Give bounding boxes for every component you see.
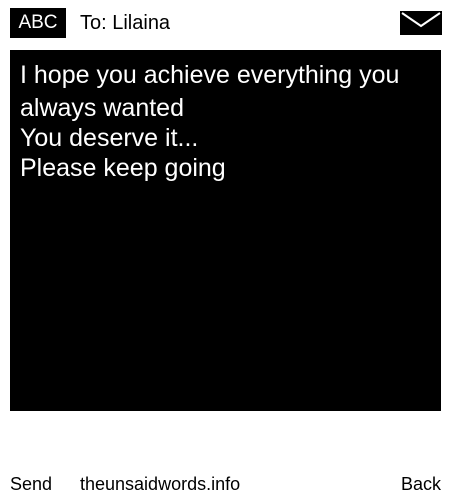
message-line: always wanted	[20, 94, 184, 122]
input-mode-badge: ABC	[10, 8, 66, 38]
message-line: Please keep going	[20, 154, 226, 182]
site-credit: theunsaidwords.info	[80, 474, 241, 494]
envelope-icon	[400, 11, 442, 35]
back-button[interactable]: Back	[401, 472, 441, 496]
send-button[interactable]: Send	[10, 472, 52, 496]
message-line: You deserve it...	[20, 124, 199, 152]
recipient-field[interactable]: To: Lilaina	[80, 8, 170, 38]
message-line: I hope you achieve everything you	[20, 61, 400, 89]
message-body[interactable]: I hope you achieve everything you always…	[10, 50, 441, 411]
